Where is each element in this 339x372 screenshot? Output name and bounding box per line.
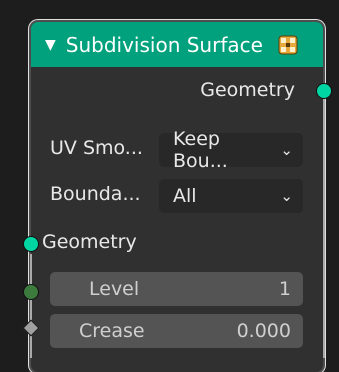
chevron-down-icon: ⌄ (280, 187, 293, 205)
boundary-dropdown[interactable]: All ⌄ (159, 179, 303, 213)
level-socket[interactable] (23, 284, 39, 300)
crease-field[interactable]: Crease 0.000 (50, 314, 303, 348)
uv-smooth-dropdown[interactable]: Keep Bou... ⌄ (159, 128, 303, 172)
crease-label: Crease (79, 320, 145, 342)
output-geometry-label: Geometry (200, 79, 295, 101)
level-label: Level (89, 278, 140, 300)
chevron-down-icon: ⌄ (280, 141, 293, 159)
input-link-wire (30, 254, 32, 358)
collapse-toggle-icon[interactable]: ▼ (45, 37, 56, 53)
level-field[interactable]: Level 1 (50, 272, 303, 306)
uv-smooth-value: Keep Bou... (173, 128, 228, 172)
boundary-value: All (173, 185, 197, 207)
crease-value: 0.000 (236, 320, 291, 342)
node-title: Subdivision Surface (65, 32, 263, 57)
output-link-wire (323, 97, 325, 358)
output-geometry-socket[interactable] (316, 83, 332, 99)
uv-smooth-label: UV Smo... (50, 137, 143, 159)
input-geometry-socket[interactable] (23, 236, 39, 252)
boundary-label: Bounda... (50, 183, 141, 205)
input-geometry-label: Geometry (42, 231, 137, 253)
level-value: 1 (278, 278, 291, 300)
node-group-icon (277, 34, 299, 56)
subdivision-surface-node[interactable]: ▼ Subdivision Surface Geometry UV Smo...… (31, 22, 323, 372)
node-header[interactable]: ▼ Subdivision Surface (31, 22, 323, 67)
